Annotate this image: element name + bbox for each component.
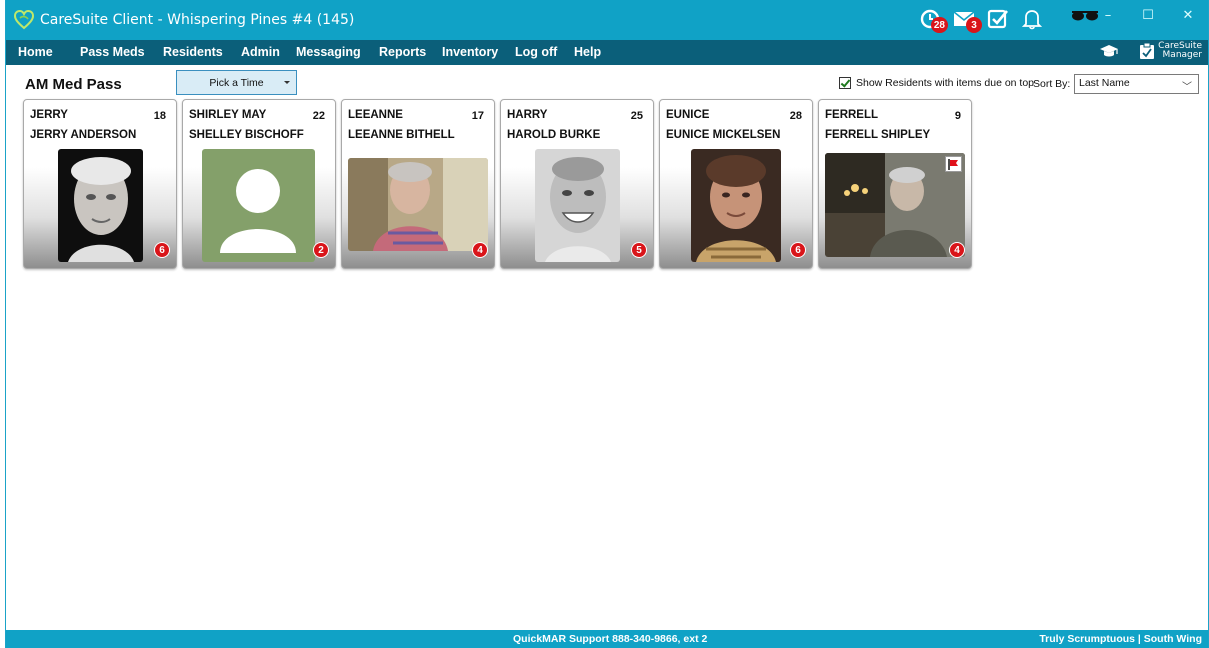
resident-full-name: SHELLEY BISCHOFF: [189, 129, 304, 141]
checkbox-icon: [987, 9, 1008, 29]
resident-photo: [58, 149, 143, 262]
caresuite-manager-button[interactable]: CareSuite Manager: [1139, 42, 1202, 60]
med-count-badge: 5: [631, 242, 647, 258]
med-count-badge: 6: [154, 242, 170, 258]
window-title: CareSuite Client - Whispering Pines #4 (…: [40, 12, 355, 28]
resident-nickname: FERRELL: [825, 109, 879, 121]
menu-messaging[interactable]: Messaging: [296, 45, 361, 59]
med-count-badge: 6: [790, 242, 806, 258]
alerts-count-badge: 28: [930, 17, 948, 33]
med-count-badge: 4: [472, 242, 488, 258]
resident-full-name: HAROLD BURKE: [507, 129, 601, 141]
resident-room-number: 9: [954, 110, 961, 122]
resident-card[interactable]: EUNICE 28 EUNICE MICKELSEN 6: [659, 99, 813, 269]
show-residents-checkbox[interactable]: [839, 77, 851, 89]
resident-photo: [825, 153, 965, 257]
messages-count-badge: 3: [966, 17, 982, 33]
graduation-cap-icon[interactable]: [1099, 43, 1119, 59]
status-bar: QuickMAR Support 888-340-9866, ext 2 Tru…: [6, 630, 1208, 648]
clipboard-logo-icon: [1140, 42, 1155, 59]
maximize-button[interactable]: ☐: [1128, 0, 1168, 30]
support-phone-text: QuickMAR Support 888-340-9866, ext 2: [513, 633, 708, 645]
bell-icon: [1022, 10, 1042, 30]
resident-full-name: JERRY ANDERSON: [30, 129, 137, 141]
resident-nickname: EUNICE: [666, 109, 710, 121]
menu-residents[interactable]: Residents: [163, 45, 223, 59]
resident-room-number: 22: [312, 110, 325, 122]
menu-right-tools: CareSuite Manager: [1099, 42, 1202, 60]
med-count-badge: 4: [949, 242, 965, 258]
flag-icon[interactable]: [945, 156, 962, 172]
sort-by-value: Last Name: [1079, 77, 1130, 89]
minimize-button[interactable]: –: [1088, 0, 1128, 30]
resident-full-name: LEEANNE BITHELL: [348, 129, 455, 141]
sort-by-select[interactable]: Last Name ﹀: [1074, 74, 1199, 94]
chevron-down-icon: ﹀: [1182, 82, 1192, 93]
menu-reports[interactable]: Reports: [379, 45, 426, 59]
resident-room-number: 28: [789, 110, 802, 122]
pick-time-dropdown[interactable]: Pick a Time: [176, 70, 297, 95]
resident-nickname: HARRY: [507, 109, 548, 121]
resident-photo: [348, 158, 488, 251]
sort-by-label: Sort By:: [1033, 78, 1071, 90]
med-count-badge: 2: [313, 242, 329, 258]
caret-down-icon: [284, 81, 290, 84]
resident-card[interactable]: LEEANNE 17 LEEANNE BITHELL 4: [341, 99, 495, 269]
resident-nickname: SHIRLEY MAY: [189, 109, 267, 121]
location-text: Truly Scrumptuous | South Wing: [1039, 633, 1202, 645]
menu-inventory[interactable]: Inventory: [442, 45, 498, 59]
resident-full-name: EUNICE MICKELSEN: [666, 129, 781, 141]
pick-time-label: Pick a Time: [209, 76, 264, 89]
red-flag-icon: [948, 158, 958, 170]
resident-card[interactable]: SHIRLEY MAY 22 SHELLEY BISCHOFF 2: [182, 99, 336, 269]
heart-logo-icon: [14, 10, 34, 30]
menu-help[interactable]: Help: [574, 45, 601, 59]
resident-room-number: 17: [471, 110, 484, 122]
title-icons: 28 3: [918, 6, 1044, 33]
menu-admin[interactable]: Admin: [241, 45, 280, 59]
app-window: CareSuite Client - Whispering Pines #4 (…: [5, 0, 1209, 648]
notifications-button[interactable]: [1020, 6, 1044, 32]
close-button[interactable]: ✕: [1168, 0, 1208, 30]
placeholder-person-icon: [202, 149, 315, 262]
resident-card[interactable]: JERRY 18 JERRY ANDERSON 6: [23, 99, 177, 269]
window-controls: – ☐ ✕: [1088, 0, 1208, 30]
resident-room-number: 25: [630, 110, 643, 122]
page-title: AM Med Pass: [25, 76, 122, 93]
menu-pass-meds[interactable]: Pass Meds: [80, 45, 145, 59]
resident-card[interactable]: FERRELL 9 FERRELL SHIPLEY 4: [818, 99, 972, 269]
resident-full-name: FERRELL SHIPLEY: [825, 129, 931, 141]
resident-nickname: JERRY: [30, 109, 68, 121]
show-residents-toggle[interactable]: Show Residents with items due on top: [839, 77, 1034, 89]
manager-logo-line2: Manager: [1162, 50, 1202, 60]
resident-card[interactable]: HARRY 25 HAROLD BURKE 5: [500, 99, 654, 269]
resident-photo: [691, 149, 781, 262]
menu-bar: Home Pass Meds Residents Admin Messaging…: [6, 40, 1208, 65]
messages-button[interactable]: 3: [952, 6, 982, 33]
show-residents-label: Show Residents with items due on top: [856, 77, 1035, 89]
resident-nickname: LEEANNE: [348, 109, 403, 121]
caresuite-manager-label: CareSuite Manager: [1158, 42, 1202, 60]
resident-photo: [535, 149, 620, 262]
menu-home[interactable]: Home: [18, 45, 53, 59]
tasks-button[interactable]: [986, 6, 1010, 32]
resident-room-number: 18: [153, 110, 166, 122]
alerts-button[interactable]: 28: [918, 6, 948, 33]
title-bar: CareSuite Client - Whispering Pines #4 (…: [6, 0, 1208, 40]
menu-log-off[interactable]: Log off: [515, 45, 557, 59]
